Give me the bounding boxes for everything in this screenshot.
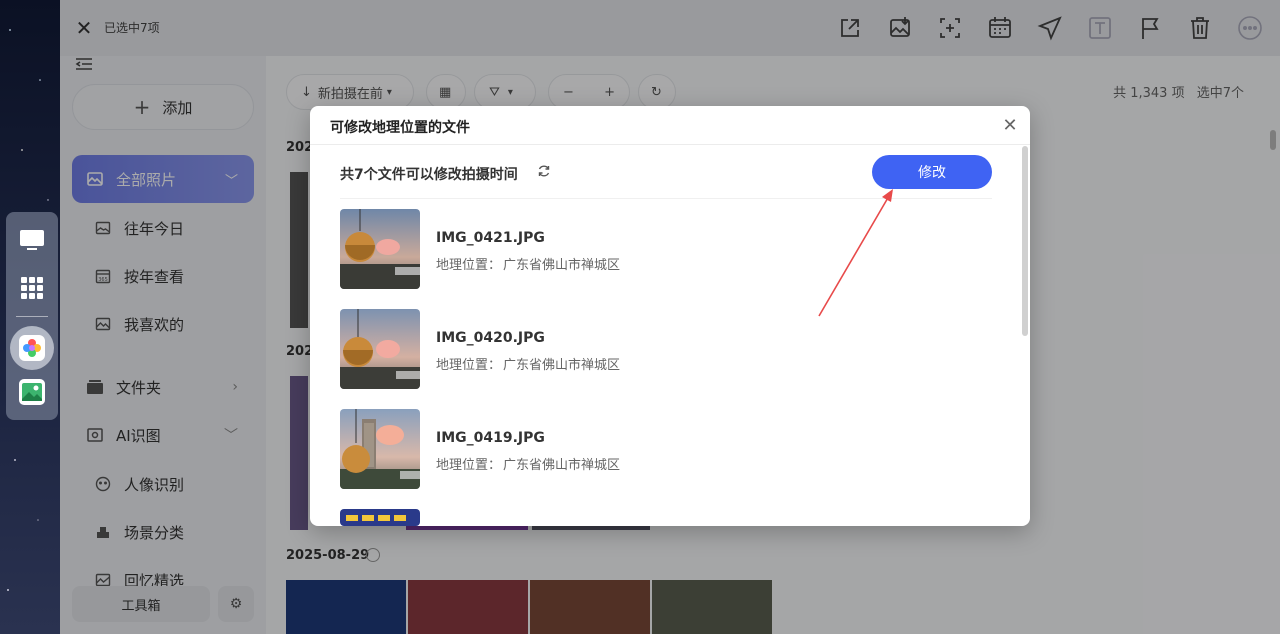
app-grid-icon[interactable] — [16, 272, 48, 304]
file-list-item[interactable]: IMG_0419.JPG 地理位置： 广东省佛山市禅城区 — [340, 409, 1000, 489]
file-location: 地理位置： 广东省佛山市禅城区 — [436, 454, 620, 473]
gallery-app-icon[interactable] — [16, 376, 48, 408]
desktop-dock — [6, 212, 58, 420]
file-summary: 共7个文件可以修改拍摄时间 — [340, 167, 518, 183]
file-list-item[interactable]: IMG_0421.JPG 地理位置： 广东省佛山市禅城区 — [340, 209, 1000, 289]
location-label: 地理位置： — [436, 458, 502, 473]
file-name: IMG_0419.JPG — [436, 430, 545, 446]
photo-thumbnail — [340, 209, 420, 289]
file-name: IMG_0421.JPG — [436, 230, 545, 246]
dialog-scrollbar[interactable] — [1022, 146, 1028, 336]
location-value: 广东省佛山市禅城区 — [503, 258, 621, 273]
location-label: 地理位置： — [436, 358, 502, 373]
photo-thumbnail — [340, 309, 420, 389]
modify-button[interactable]: 修改 — [872, 155, 992, 189]
divider — [340, 198, 992, 199]
dialog-title: 可修改地理位置的文件 — [330, 120, 470, 136]
file-location: 地理位置： 广东省佛山市禅城区 — [436, 354, 620, 373]
location-label: 地理位置： — [436, 258, 502, 273]
divider — [310, 144, 1030, 145]
location-value: 广东省佛山市禅城区 — [503, 458, 621, 473]
file-name: IMG_0420.JPG — [436, 330, 545, 346]
file-list-item[interactable] — [340, 509, 1000, 526]
photo-thumbnail — [340, 409, 420, 489]
photos-app-icon[interactable] — [10, 326, 54, 370]
location-value: 广东省佛山市禅城区 — [503, 358, 621, 373]
edit-location-dialog: 可修改地理位置的文件 ✕ 共7个文件可以修改拍摄时间 修改 IMG_0421.J… — [310, 106, 1030, 526]
file-location: 地理位置： 广东省佛山市禅城区 — [436, 254, 620, 273]
refresh-icon[interactable] — [537, 164, 551, 178]
photo-thumbnail — [340, 509, 420, 526]
close-icon[interactable]: ✕ — [1000, 116, 1020, 136]
file-list-item[interactable]: IMG_0420.JPG 地理位置： 广东省佛山市禅城区 — [340, 309, 1000, 389]
dock-divider — [16, 316, 48, 317]
desktop-icon[interactable] — [16, 224, 48, 256]
